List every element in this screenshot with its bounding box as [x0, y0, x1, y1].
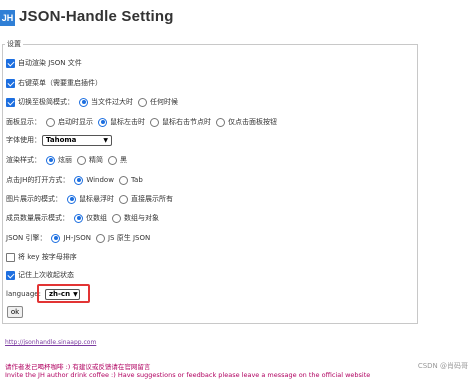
switch-mode-checkbox[interactable] [6, 97, 15, 107]
coffee-message-cn[interactable]: 请作者发己喝杯咖啡 :) 有建议或反馈请在官网留言 [5, 361, 150, 371]
switch-mode-radio-large[interactable] [79, 97, 88, 107]
open-mode-option-tab: Tab [130, 176, 143, 184]
font-select-value: Tahoma [46, 136, 77, 144]
panel-display-option-startup: 启动时显示 [58, 118, 93, 126]
remember-collapse-checkbox[interactable] [6, 270, 15, 280]
render-style-option-black: 黑 [120, 156, 127, 164]
render-style-radio-simple[interactable] [77, 155, 86, 165]
member-count-row: 成员数量展示模式： 仅数组 数组与对象 [6, 212, 160, 224]
context-menu-checkbox[interactable] [6, 78, 15, 88]
ok-button[interactable]: ok [7, 306, 23, 318]
render-style-radio-black[interactable] [108, 155, 117, 165]
context-menu-label: 右键菜单（需要重启插件） [18, 79, 102, 87]
json-engine-option-jh: JH-JSON [63, 234, 91, 242]
remember-collapse-label: 记住上次收起状态 [18, 271, 74, 279]
font-label: 字体使用： [6, 136, 41, 144]
auto-render-row: 自动渲染 JSON 文件 [6, 57, 83, 69]
settings-legend: 设置 [7, 40, 21, 48]
auto-render-checkbox[interactable] [6, 58, 15, 68]
json-engine-radio-jh[interactable] [51, 233, 61, 243]
render-style-option-fancy: 炫丽 [58, 156, 72, 164]
switch-mode-radio-always[interactable] [138, 97, 147, 107]
image-mode-option-hover: 鼠标悬浮时 [79, 195, 114, 203]
language-highlight-box [37, 284, 90, 303]
render-style-radio-fancy[interactable] [46, 155, 55, 165]
switch-mode-label: 切换至极简模式： [18, 98, 74, 106]
font-select[interactable]: Tahoma ▼ [42, 134, 112, 146]
context-menu-row: 右键菜单（需要重启插件） [6, 77, 103, 89]
panel-display-radio-startup[interactable] [46, 117, 55, 127]
open-mode-radio-tab[interactable] [118, 175, 128, 185]
open-mode-radio-window[interactable] [74, 175, 84, 185]
panel-display-row: 面板显示： 启动时显示 鼠标左击时 鼠标右击节点时 仅点击面板按钮 [6, 116, 278, 128]
json-engine-row: JSON 引擎： JH-JSON JS 原生 JSON [6, 232, 151, 244]
auto-render-label: 自动渲染 JSON 文件 [18, 59, 82, 67]
font-row: 字体使用： Tahoma ▼ [6, 134, 112, 146]
member-count-option-array-object: 数组与对象 [124, 214, 159, 222]
panel-display-option-right-click: 鼠标右击节点时 [162, 118, 211, 126]
page-title: JSON-Handle Setting [19, 8, 174, 25]
open-mode-option-window: Window [86, 176, 114, 184]
sort-keys-row: 将 key 按字母排序 [6, 251, 78, 263]
chevron-down-icon: ▼ [103, 136, 108, 144]
json-engine-radio-native[interactable] [95, 233, 105, 243]
switch-mode-option-always: 任何时候 [150, 98, 178, 106]
open-mode-label: 点击JH的打开方式： [6, 176, 70, 184]
json-engine-label: JSON 引擎： [6, 234, 47, 242]
image-mode-label: 图片展示的模式： [6, 195, 62, 203]
image-mode-row: 图片展示的模式： 鼠标悬浮时 直接展示所有 [6, 193, 174, 205]
panel-display-radio-button-only[interactable] [216, 117, 225, 127]
csdn-watermark: CSDN @肖码哥 [417, 362, 468, 370]
render-style-option-simple: 精简 [89, 156, 103, 164]
switch-mode-option-large: 当文件过大时 [91, 98, 133, 106]
switch-mode-row: 切换至极简模式： 当文件过大时 任何时候 [6, 96, 179, 108]
header: JH JSON-Handle Setting [0, 0, 474, 36]
image-mode-radio-all[interactable] [119, 194, 128, 204]
image-mode-option-all: 直接展示所有 [131, 195, 173, 203]
render-style-label: 渲染样式： [6, 156, 41, 164]
image-mode-radio-hover[interactable] [67, 194, 76, 204]
coffee-message-en[interactable]: Invite the JH author drink coffee :) Hav… [5, 371, 370, 379]
open-mode-row: 点击JH的打开方式： Window Tab [6, 174, 144, 186]
member-count-option-array: 仅数组 [86, 214, 107, 222]
sort-keys-checkbox[interactable] [6, 252, 15, 262]
panel-display-label: 面板显示： [6, 118, 41, 126]
member-count-radio-array-object[interactable] [112, 213, 121, 223]
member-count-label: 成员数量展示模式： [6, 214, 69, 222]
sort-keys-label: 将 key 按字母排序 [18, 253, 77, 261]
language-label: language: [6, 290, 41, 298]
remember-collapse-row: 记住上次收起状态 [6, 269, 75, 281]
jh-logo: JH [0, 10, 15, 26]
json-engine-option-native: JS 原生 JSON [107, 234, 151, 242]
panel-display-radio-left-click[interactable] [98, 117, 107, 127]
panel-display-option-button-only: 仅点击面板按钮 [228, 118, 277, 126]
homepage-link[interactable]: http://jsonhandle.sinaapp.com [5, 339, 96, 346]
member-count-radio-array[interactable] [74, 213, 83, 223]
render-style-row: 渲染样式： 炫丽 精简 黑 [6, 154, 128, 166]
panel-display-radio-right-click[interactable] [150, 117, 159, 127]
panel-display-option-left-click: 鼠标左击时 [110, 118, 145, 126]
